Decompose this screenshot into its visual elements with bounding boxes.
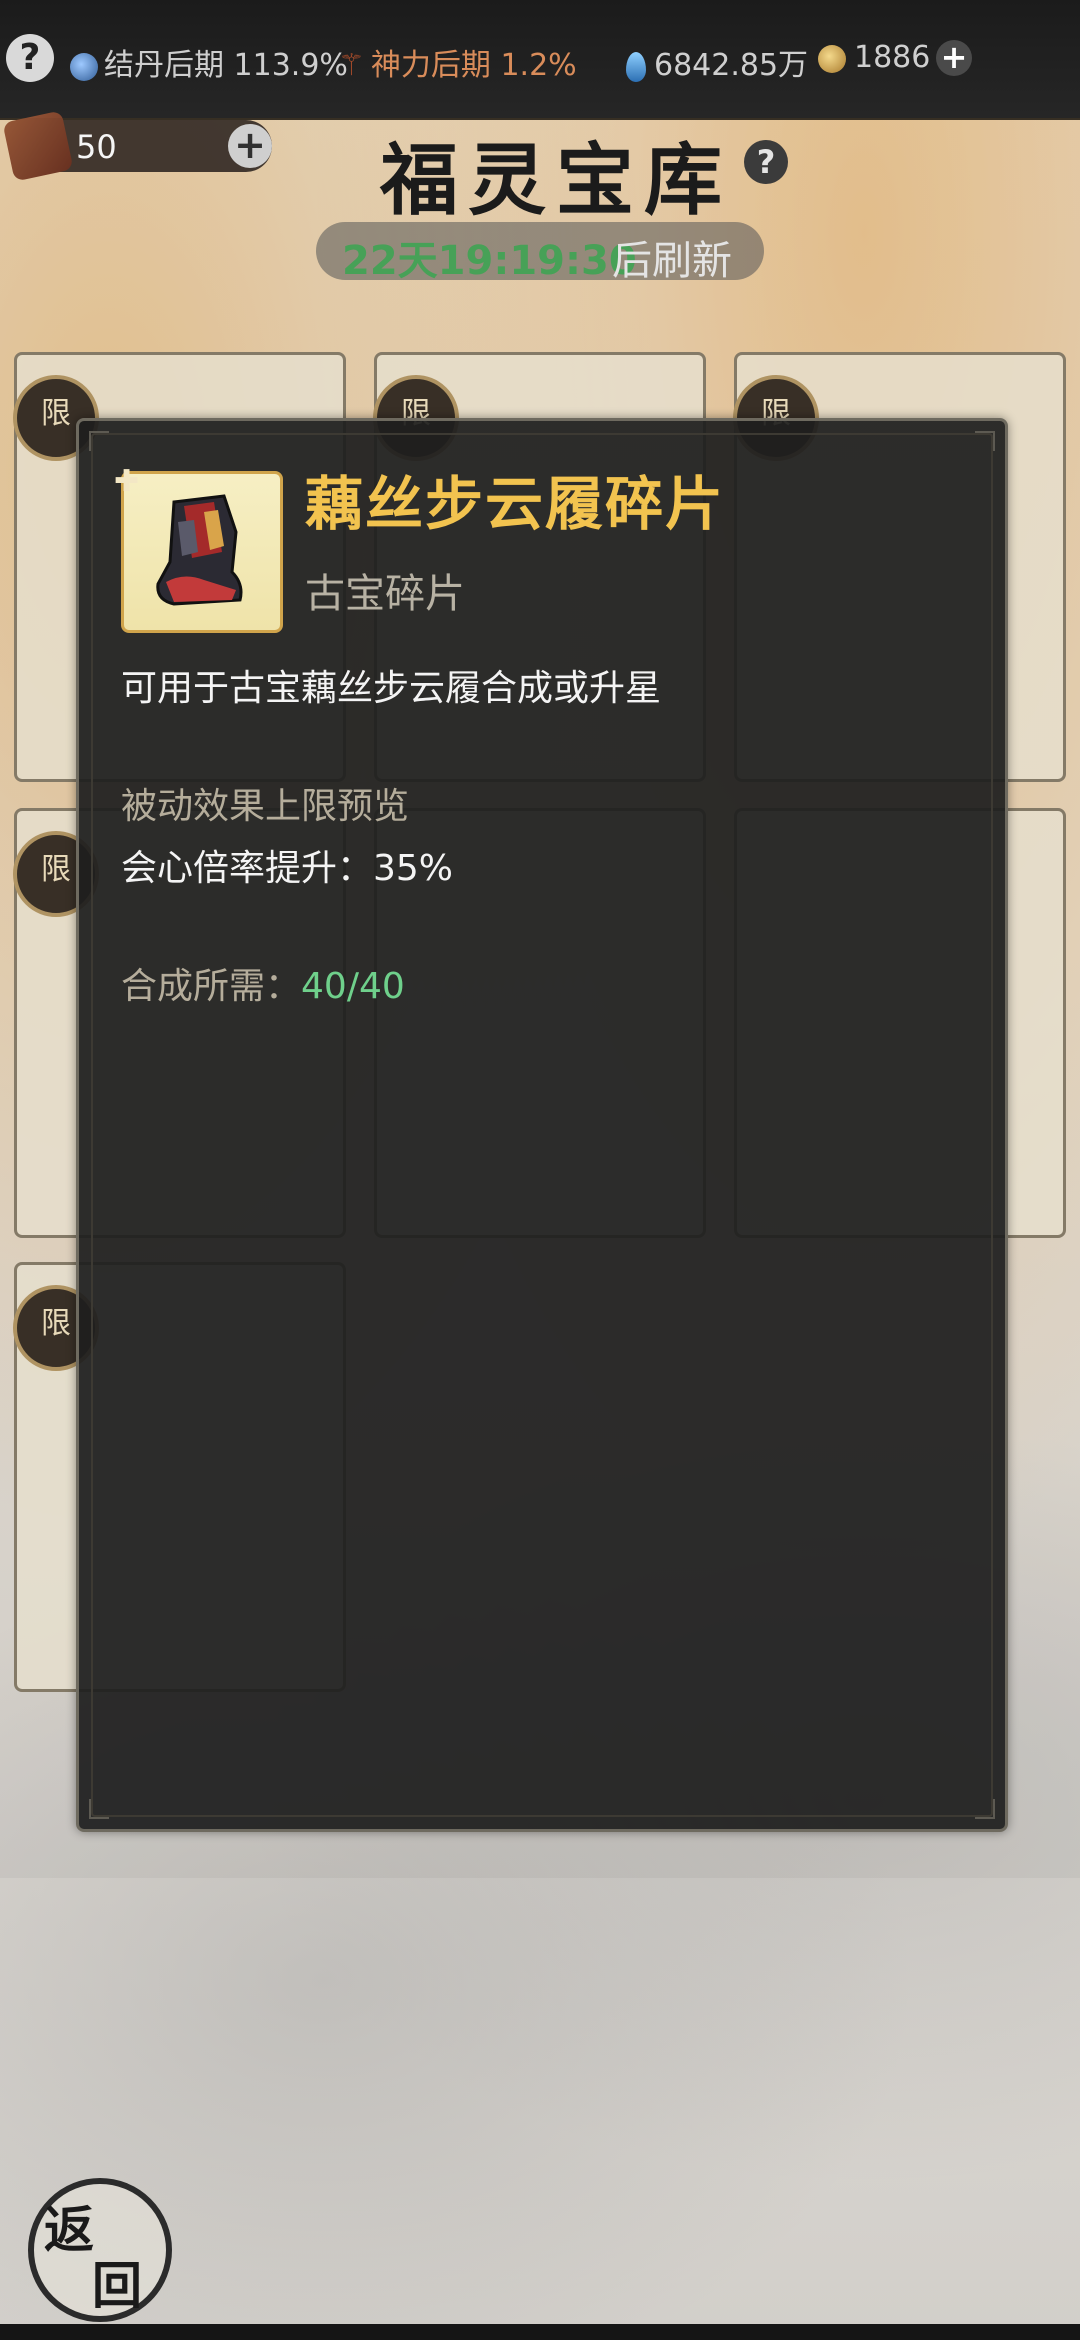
back-button[interactable]: 返 回 — [28, 2178, 172, 2322]
realm-label: 结丹后期 — [104, 48, 224, 83]
add-coin-button[interactable]: + — [936, 40, 972, 76]
back-label-1: 返 — [44, 2200, 94, 2259]
craft-label: 合成所需： — [121, 966, 302, 1007]
item-type: 古宝碎片 — [305, 571, 465, 617]
boot-icon — [156, 494, 243, 606]
frame-corner — [975, 431, 995, 451]
item-detail-popup: ✚ 藕丝步云履碎片 古宝碎片 可用于古宝藕丝步云履合成或升星 被动效果上限预览 … — [76, 418, 1008, 1832]
spirit-stone-balance: 6842.85万 — [626, 40, 808, 84]
spirit-stone-icon — [626, 51, 646, 82]
realm-percent: 113.9% — [233, 48, 348, 83]
craft-count: 40/40 — [301, 966, 405, 1007]
back-label-2: 回 — [92, 2256, 142, 2315]
frame-corner — [89, 1799, 109, 1819]
coin-value: 1886 — [854, 40, 931, 75]
bottom-edge — [0, 2324, 1080, 2340]
power-percent: 1.2% — [500, 48, 577, 83]
coin-icon — [818, 44, 846, 73]
status-bar: ? 结丹后期 113.9% ⚚ 神力后期 1.2% 6842.85万 1886 + — [0, 0, 1080, 120]
passive-effect-title: 被动效果上限预览 — [121, 786, 410, 827]
popup-frame — [91, 433, 993, 1817]
spirit-stone-value: 6842.85万 — [654, 48, 809, 83]
power-icon: ⚚ — [338, 48, 365, 83]
power-label: 神力后期 — [370, 48, 491, 83]
realm-progress: 结丹后期 113.9% — [70, 40, 348, 84]
passive-effect-value: 会心倍率提升：35% — [121, 848, 454, 889]
puzzle-piece-icon: ✚ — [114, 464, 140, 499]
help-icon[interactable]: ? — [6, 34, 54, 82]
item-icon: ✚ — [114, 464, 283, 633]
frame-corner — [975, 1799, 995, 1819]
frame-corner — [89, 431, 109, 451]
coin-balance: 1886 — [818, 40, 930, 75]
item-description: 可用于古宝藕丝步云履合成或升星 — [121, 668, 662, 709]
realm-orb-icon — [70, 52, 98, 81]
power-progress: ⚚ 神力后期 1.2% — [338, 40, 577, 84]
item-name: 藕丝步云履碎片 — [305, 470, 726, 538]
craft-requirement: 合成所需：40/40 — [121, 957, 405, 1009]
